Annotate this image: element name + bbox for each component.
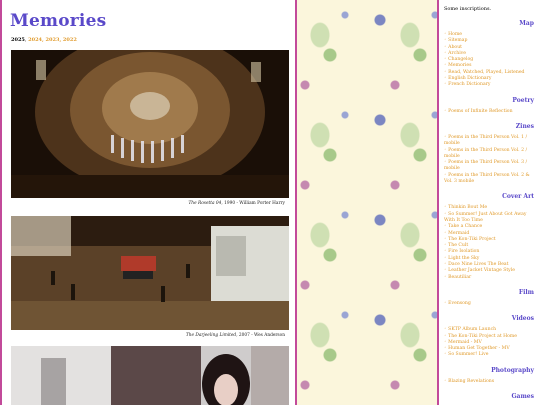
section-videos: Videos SKTP Album Launch The Kon-Tiki Pr… bbox=[444, 315, 536, 358]
cover-art-link[interactable]: Beautiliar bbox=[444, 275, 536, 281]
section-heading: Photography bbox=[491, 366, 534, 374]
page-title: Memories bbox=[10, 11, 107, 31]
section-heading: Cover Art bbox=[502, 193, 534, 201]
zine-link[interactable]: Poems in the Third Person Vol. 3 / mobil… bbox=[444, 160, 536, 173]
section-games: Games bbox=[444, 393, 536, 400]
section-heading: Film bbox=[518, 288, 534, 296]
zine-link[interactable]: Poems in the Third Person Vol. 2 / mobil… bbox=[444, 148, 536, 161]
year-link-2024[interactable]: 2024 bbox=[28, 37, 42, 43]
section-heading: Map bbox=[519, 20, 534, 27]
link-list: Thinkin Bout Me So Summer! Just About Go… bbox=[444, 205, 536, 281]
link-list: Poems in the Third Person Vol. 1 / mobil… bbox=[444, 135, 536, 185]
nav-link-french-dictionary[interactable]: French Dictionary bbox=[444, 82, 536, 88]
section-photography: Photography Blazing Revelations bbox=[444, 367, 536, 385]
photo-caption: The Rosetta 04, 1990 - William Porter Ha… bbox=[188, 201, 285, 206]
film-still-photo bbox=[11, 216, 289, 330]
film-link[interactable]: Evensong bbox=[444, 301, 536, 307]
year-navigation: 2025, 2024, 2023, 2022 bbox=[11, 37, 77, 43]
link-list: Home Sitemap About Archive Changelog Mem… bbox=[444, 32, 536, 89]
section-poetry: Poetry Poems of Infinite Reflection bbox=[444, 97, 536, 115]
photo-caption: The Darjeeling Limited, 2007 - Wes Ander… bbox=[185, 333, 285, 338]
section-zines: Zines Poems in the Third Person Vol. 1 /… bbox=[444, 123, 536, 185]
video-link[interactable]: So Summer! Live bbox=[444, 352, 536, 358]
zine-link[interactable]: Poems in the Third Person Vol. 1 / mobil… bbox=[444, 135, 536, 148]
link-list: Blazing Revelations bbox=[444, 379, 536, 385]
zine-link[interactable]: Poems in the Third Person Vol. 2 & Vol. … bbox=[444, 173, 536, 186]
section-heading: Zines bbox=[515, 122, 534, 130]
portrait-photo bbox=[11, 346, 289, 405]
year-link-2023[interactable]: 2023 bbox=[46, 37, 60, 43]
section-heading: Games bbox=[511, 392, 534, 400]
section-heading: Poetry bbox=[512, 96, 534, 104]
section-heading: Videos bbox=[511, 315, 534, 323]
cover-art-link[interactable]: So Summer! Just About Got Away With It T… bbox=[444, 212, 536, 225]
dome-interior-photo bbox=[11, 50, 289, 198]
link-list: Poems of Infinite Reflection bbox=[444, 109, 536, 115]
sidebar-intro: Some inscriptions. bbox=[444, 6, 492, 12]
section-map: Map Home Sitemap About Archive Changelog… bbox=[444, 20, 536, 89]
year-current: 2025 bbox=[11, 37, 25, 43]
section-cover-art: Cover Art Thinkin Bout Me So Summer! Jus… bbox=[444, 193, 536, 281]
link-list: Evensong bbox=[444, 301, 536, 307]
main-content-panel: Memories 2025, 2024, 2023, 2022 The Rose… bbox=[0, 0, 297, 405]
photography-link[interactable]: Blazing Revelations bbox=[444, 379, 536, 385]
poetry-link[interactable]: Poems of Infinite Reflection bbox=[444, 109, 536, 115]
link-list: SKTP Album Launch The Kon-Tiki Project a… bbox=[444, 327, 536, 358]
section-film: Film Evensong bbox=[444, 289, 536, 307]
sidebar: Some inscriptions. Map Home Sitemap Abou… bbox=[437, 0, 540, 405]
year-link-2022[interactable]: 2022 bbox=[63, 37, 77, 43]
